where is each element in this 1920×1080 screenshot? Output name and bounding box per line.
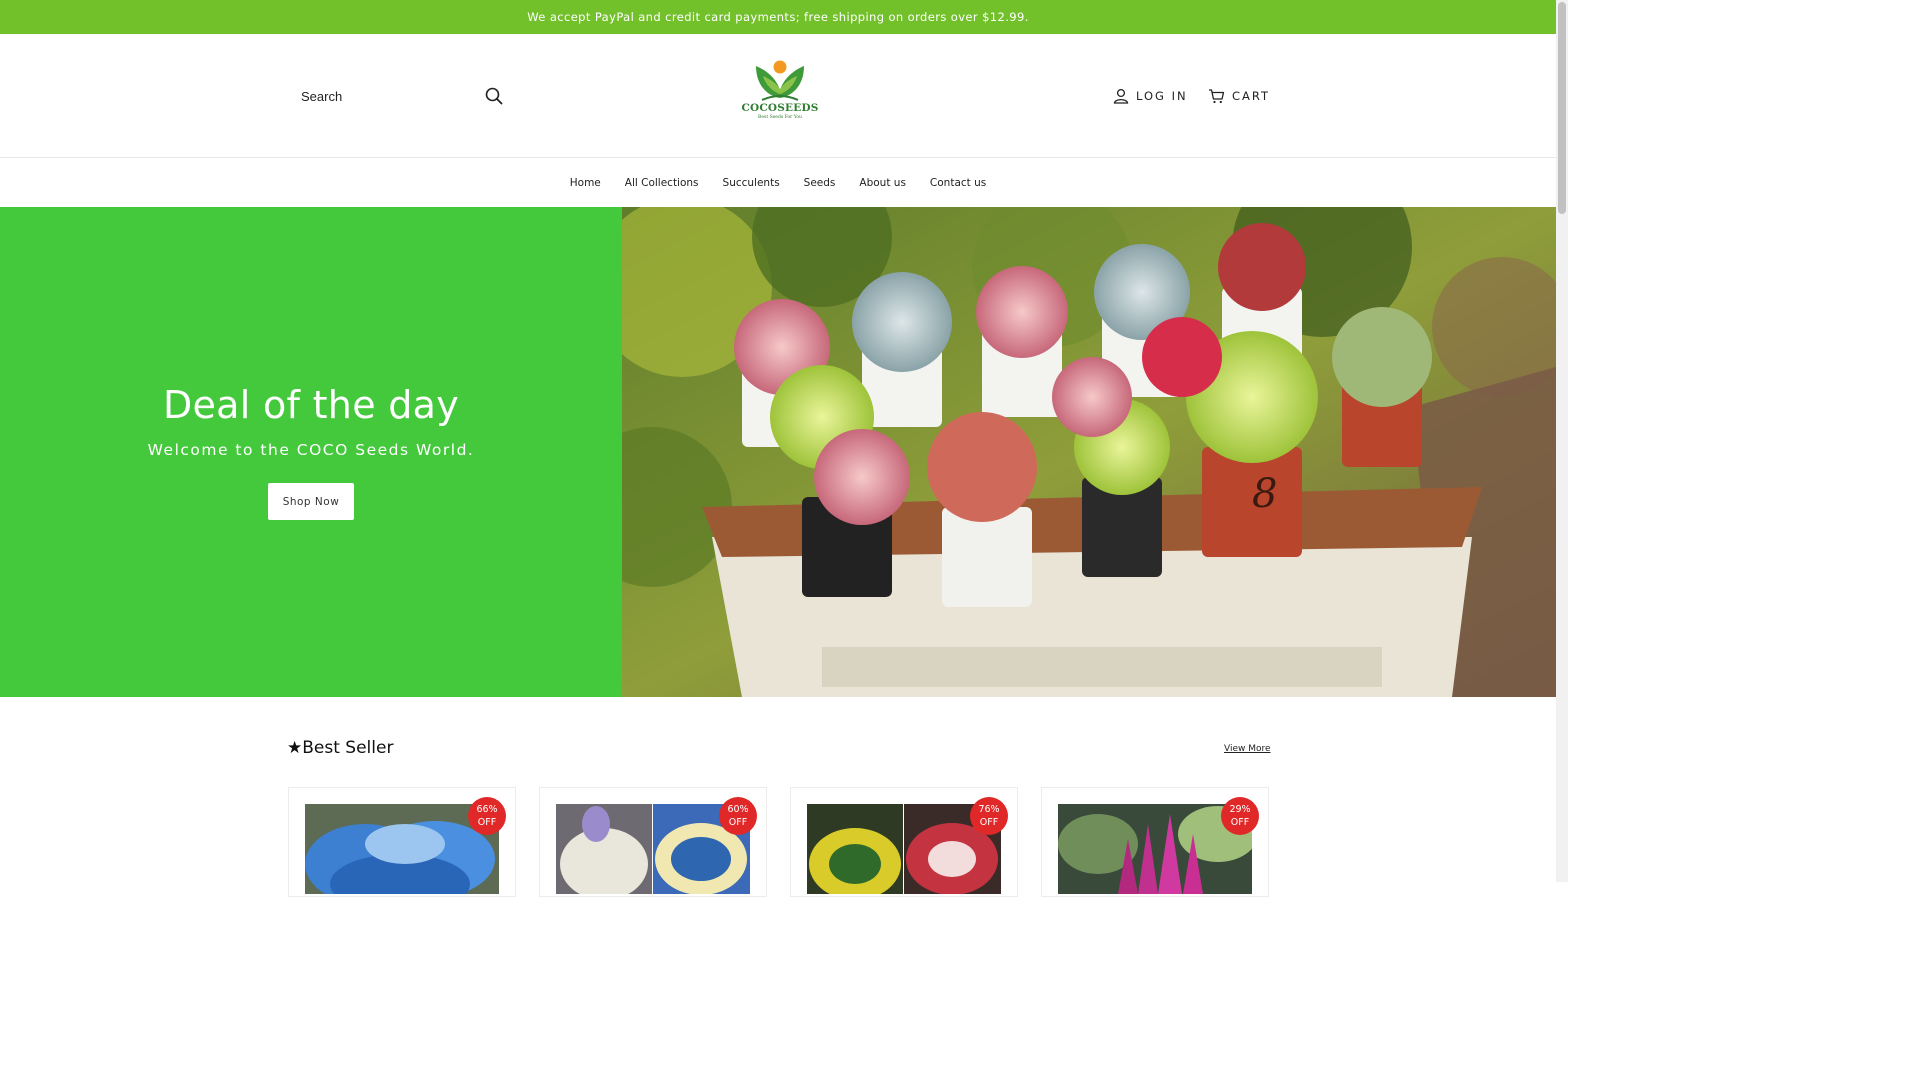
search-icon[interactable] bbox=[484, 86, 504, 106]
hero-title: Deal of the day bbox=[162, 383, 460, 427]
discount-off: OFF bbox=[979, 817, 999, 828]
cart-link[interactable]: CART bbox=[1208, 86, 1270, 106]
search-input[interactable] bbox=[288, 81, 468, 111]
product-card[interactable]: 29% OFF bbox=[1041, 787, 1269, 897]
main-nav: Home All Collections Succulents Seeds Ab… bbox=[0, 158, 1556, 207]
nav-item-contact-us[interactable]: Contact us bbox=[918, 177, 998, 189]
discount-badge: 60% OFF bbox=[719, 797, 757, 835]
nav-item-about-us[interactable]: About us bbox=[847, 177, 918, 189]
nav-item-home[interactable]: Home bbox=[558, 177, 613, 189]
announcement-text: We accept PayPal and credit card payment… bbox=[527, 10, 1029, 24]
cart-label: CART bbox=[1232, 89, 1271, 103]
login-link[interactable]: LOG IN bbox=[1113, 86, 1188, 106]
shop-now-button[interactable]: Shop Now bbox=[268, 483, 354, 520]
hero-image: 8 bbox=[622, 207, 1556, 697]
discount-percent: 60% bbox=[727, 804, 749, 815]
discount-off: OFF bbox=[1230, 817, 1250, 828]
product-card[interactable]: 66% OFF bbox=[288, 787, 516, 897]
cart-icon bbox=[1209, 89, 1225, 104]
search-form bbox=[288, 78, 510, 114]
discount-off: OFF bbox=[477, 817, 497, 828]
hero-banner: Deal of the day Welcome to the COCO Seed… bbox=[0, 207, 622, 697]
user-icon bbox=[1113, 88, 1129, 104]
discount-badge: 29% OFF bbox=[1221, 797, 1259, 835]
announcement-bar: We accept PayPal and credit card payment… bbox=[0, 0, 1556, 34]
logo-name: COCOSEEDS bbox=[741, 102, 819, 114]
view-more-link[interactable]: View More bbox=[1224, 744, 1271, 754]
discount-off: OFF bbox=[728, 817, 748, 828]
site-logo[interactable]: COCOSEEDS Best Seeds For You bbox=[738, 56, 822, 130]
discount-badge: 66% OFF bbox=[468, 797, 506, 835]
nav-item-succulents[interactable]: Succulents bbox=[711, 177, 792, 189]
best-seller-title: ★Best Seller bbox=[287, 738, 394, 758]
discount-percent: 66% bbox=[476, 804, 498, 815]
scrollbar-thumb[interactable] bbox=[1558, 2, 1566, 214]
hero-subtitle: Welcome to the COCO Seeds World. bbox=[147, 441, 475, 459]
discount-badge: 76% OFF bbox=[970, 797, 1008, 835]
site-header: COCOSEEDS Best Seeds For You LOG IN CART bbox=[0, 34, 1556, 158]
product-card[interactable]: 76% OFF bbox=[790, 787, 1018, 897]
svg-text:8: 8 bbox=[1252, 471, 1277, 517]
login-label: LOG IN bbox=[1136, 89, 1188, 103]
page-scrollbar[interactable] bbox=[1556, 0, 1568, 882]
logo-mark-icon bbox=[756, 60, 804, 101]
nav-item-all-collections[interactable]: All Collections bbox=[613, 177, 711, 189]
discount-percent: 76% bbox=[978, 804, 1000, 815]
logo-tagline: Best Seeds For You bbox=[758, 115, 802, 120]
nav-item-seeds[interactable]: Seeds bbox=[792, 177, 848, 189]
product-card[interactable]: 60% OFF bbox=[539, 787, 767, 897]
discount-percent: 29% bbox=[1229, 804, 1251, 815]
